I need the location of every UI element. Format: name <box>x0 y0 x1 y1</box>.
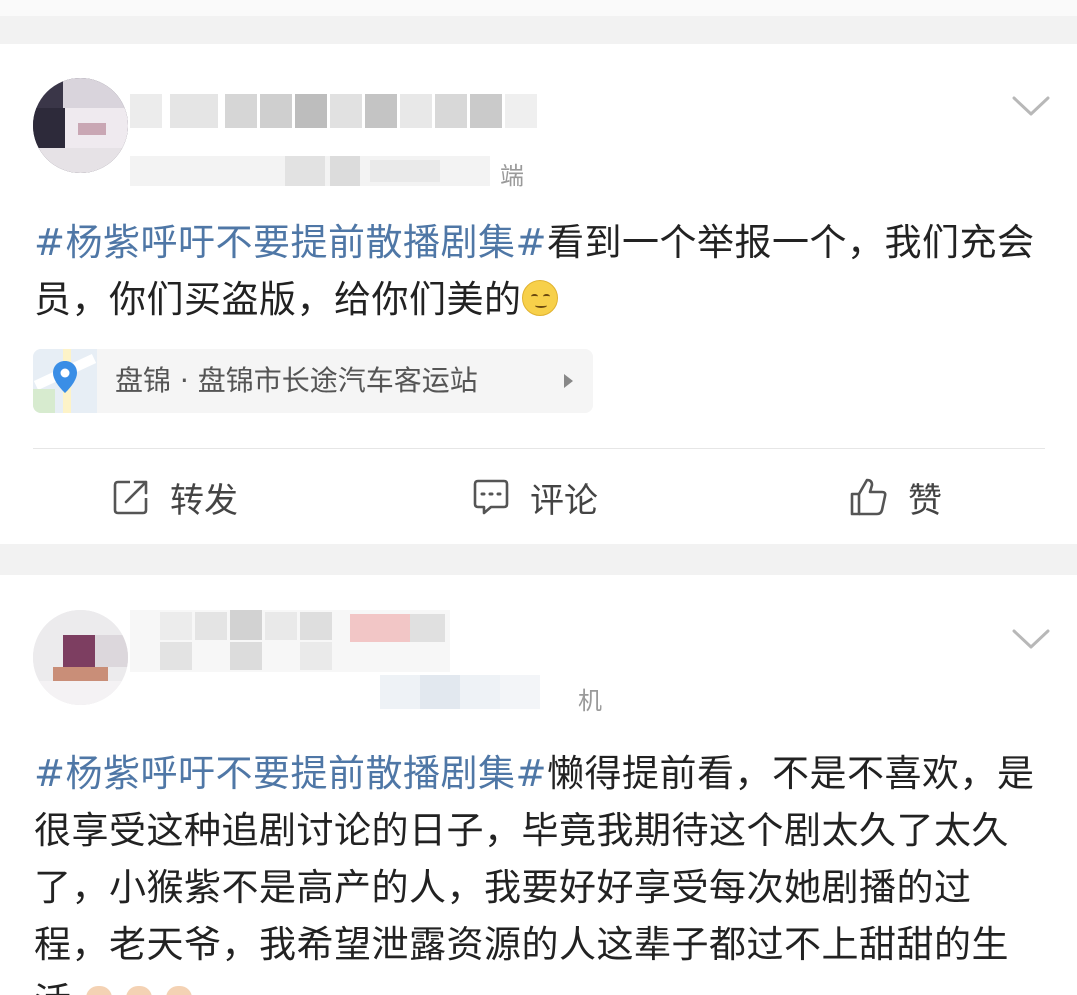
post-card[interactable]: 端 #杨紫呼吁不要提前散播剧集#看到一个举报一个，我们充会员，你们买盗版，给你们… <box>0 44 1077 544</box>
post-source-redacted <box>380 675 540 709</box>
thumbs-up-icon <box>850 478 887 516</box>
praying-hands-icon <box>85 986 112 995</box>
post-source-tail: 机 <box>578 687 602 715</box>
praying-hands-icon <box>165 986 192 995</box>
topic-link[interactable]: #杨紫呼吁不要提前散播剧集# <box>34 221 547 264</box>
repost-label: 转发 <box>170 480 238 521</box>
topic-link[interactable]: #杨紫呼吁不要提前散播剧集# <box>34 752 547 795</box>
avatar[interactable] <box>33 78 128 173</box>
praying-hands-icon <box>125 986 152 995</box>
post-text: #杨紫呼吁不要提前散播剧集#看到一个举报一个，我们充会员，你们买盗版，给你们美的 <box>34 214 1044 328</box>
username-redacted[interactable] <box>130 94 540 128</box>
comment-button[interactable]: 评论 <box>470 472 598 522</box>
avatar[interactable] <box>33 610 128 705</box>
smirk-emoji-icon <box>521 280 558 316</box>
caret-right-icon <box>564 374 573 388</box>
like-label: 赞 <box>908 480 942 521</box>
comment-label: 评论 <box>530 480 598 521</box>
divider <box>33 448 1045 449</box>
feed-separator-top <box>0 0 1077 44</box>
location-tag[interactable]: 盘锦 · 盘锦市长途汽车客运站 <box>33 349 593 413</box>
location-pin-icon <box>53 361 77 393</box>
comment-icon <box>473 479 509 515</box>
like-button[interactable]: 赞 <box>848 472 942 522</box>
chevron-down-icon[interactable] <box>1011 627 1051 651</box>
post-card[interactable]: 机 #杨紫呼吁不要提前散播剧集#懒得提前看，不是不喜欢，是很享受这种追剧讨论的日… <box>0 575 1077 995</box>
post-source-tail: 端 <box>500 162 524 190</box>
map-thumbnail <box>33 349 97 413</box>
chevron-down-icon[interactable] <box>1011 94 1051 118</box>
post-text: #杨紫呼吁不要提前散播剧集#懒得提前看，不是不喜欢，是很享受这种追剧讨论的日子，… <box>34 745 1044 995</box>
repost-icon <box>113 480 148 515</box>
username-redacted[interactable] <box>130 610 450 672</box>
location-label: 盘锦 · 盘锦市长途汽车客运站 <box>115 364 478 397</box>
post-source-redacted <box>130 156 490 186</box>
repost-button[interactable]: 转发 <box>110 472 238 522</box>
